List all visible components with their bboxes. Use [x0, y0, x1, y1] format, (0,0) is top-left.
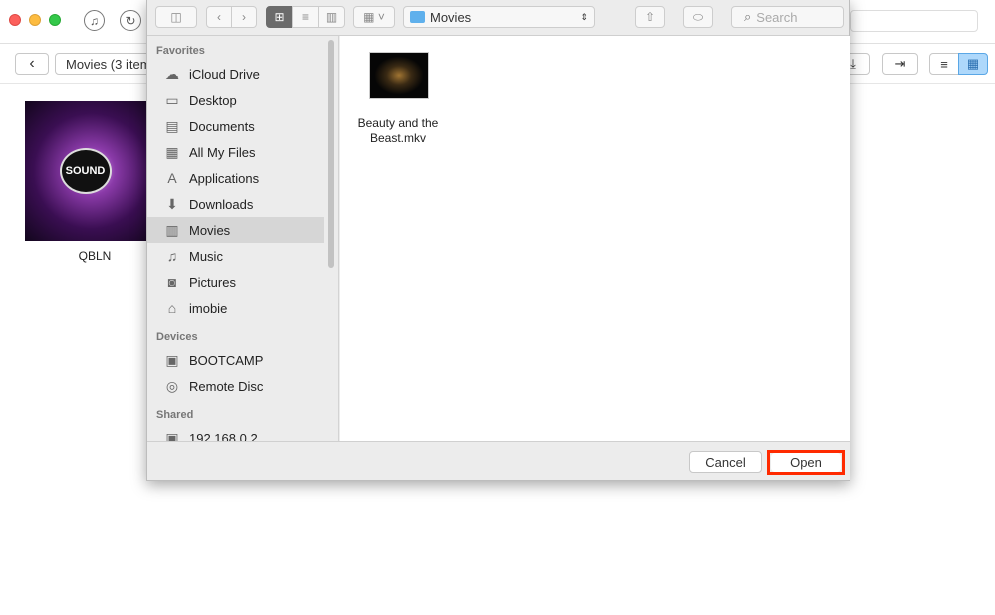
sidebar-item-label: All My Files	[189, 144, 256, 160]
album-art[interactable]: SOUND	[25, 101, 146, 241]
music-icon: ♫	[166, 248, 178, 264]
sidebar-section-title: Favorites	[156, 45, 205, 57]
sidebar-item-icloud-drive[interactable]: ☁ iCloud Drive	[147, 61, 338, 87]
movies-icon: ▥	[165, 221, 179, 238]
sidebar-item-applications[interactable]: A Applications	[147, 165, 338, 191]
sidebar-item-pictures[interactable]: ◙ Pictures	[147, 269, 338, 295]
maximize-window-button[interactable]	[49, 14, 61, 26]
search-icon: ⌕	[744, 9, 752, 24]
folder-icon	[410, 11, 425, 23]
list-view-icon[interactable]: ≡	[929, 53, 959, 75]
chevron-updown-icon: ⇕	[580, 11, 588, 22]
sidebar-item-192-168-0-2[interactable]: ▣ 192.168.0.2	[147, 425, 338, 442]
sidebar-item-label: BOOTCAMP	[189, 352, 264, 368]
sidebar-item-label: iCloud Drive	[189, 66, 260, 82]
applications-icon: A	[167, 170, 177, 186]
share-icon[interactable]: ⇧	[635, 6, 665, 28]
sidebar-item-label: 192.168.0.2	[189, 430, 258, 442]
sidebar-item-label: Remote Disc	[189, 378, 264, 394]
refresh-icon[interactable]: ↻	[120, 10, 141, 31]
documents-icon: ▤	[165, 117, 179, 134]
arrange-button[interactable]: ▦ ˅	[353, 6, 395, 28]
sidebar-toggle-icon[interactable]: ◫	[155, 6, 197, 28]
sidebar-item-documents[interactable]: ▤ Documents	[147, 113, 338, 139]
sidebar-item-label: imobie	[189, 300, 228, 316]
imobie-icon: ⌂	[167, 300, 177, 316]
album-logo: SOUND	[59, 148, 112, 194]
sidebar-item-all-my-files[interactable]: ▦ All My Files	[147, 139, 338, 165]
sidebar-item-label: Downloads	[189, 196, 254, 212]
sidebar-item-remote-disc[interactable]: ◎ Remote Disc	[147, 373, 338, 399]
sidebar-section-title: Shared	[156, 409, 194, 421]
back-button[interactable]: ‹	[15, 53, 49, 75]
icon-view-button[interactable]: ⊞	[266, 6, 293, 28]
sidebar-scrollbar[interactable]	[328, 40, 334, 268]
sidebar-section-title: Devices	[156, 331, 198, 343]
dialog-toolbar: ◫ ‹ › ⊞ ≡ ▥ ▦ ˅ Movies ⇕ ⇧ ⬭ ⌕ Search	[147, 0, 849, 36]
file-thumbnail	[369, 52, 429, 99]
forward-nav-button[interactable]: ›	[231, 6, 257, 28]
all-my-files-icon: ▦	[165, 143, 179, 160]
192-168-0-2-icon: ▣	[165, 429, 179, 442]
cancel-button[interactable]: Cancel	[689, 451, 762, 473]
open-file-dialog: ◫ ‹ › ⊞ ≡ ▥ ▦ ˅ Movies ⇕ ⇧ ⬭ ⌕ Search Fa…	[146, 0, 850, 481]
sidebar-item-movies[interactable]: ▥ Movies	[147, 217, 324, 243]
list-view-button[interactable]: ≡	[292, 6, 319, 28]
sidebar-item-label: Documents	[189, 118, 255, 134]
sidebar-item-bootcamp[interactable]: ▣ BOOTCAMP	[147, 347, 338, 373]
column-view-button[interactable]: ▥	[318, 6, 345, 28]
sidebar-item-downloads[interactable]: ⬇ Downloads	[147, 191, 338, 217]
export-icon[interactable]: ⇥	[882, 53, 918, 75]
sidebar-item-music[interactable]: ♫ Music	[147, 243, 338, 269]
back-nav-button[interactable]: ‹	[206, 6, 232, 28]
search-input[interactable]: ⌕ Search	[731, 6, 844, 28]
sidebar: Favorites ☁ iCloud Drive ▭ Desktop ▤ Documents…	[147, 36, 339, 441]
file-name: Beauty and the Beast.mkv	[357, 116, 439, 145]
close-window-button[interactable]	[9, 14, 21, 26]
remote-disc-icon: ◎	[165, 377, 179, 394]
icloud-drive-icon: ☁	[165, 65, 179, 82]
downloads-icon: ⬇	[166, 195, 178, 212]
bootcamp-icon: ▣	[165, 351, 179, 368]
sidebar-item-label: Applications	[189, 170, 260, 186]
sidebar-item-imobie[interactable]: ⌂ imobie	[147, 295, 338, 321]
album-label: QBLN	[78, 249, 112, 263]
search-field[interactable]	[850, 10, 978, 32]
pictures-icon: ◙	[167, 274, 177, 290]
sidebar-item-label: Desktop	[189, 92, 237, 108]
location-popup[interactable]: Movies ⇕	[403, 6, 595, 28]
sidebar-item-label: Movies	[189, 222, 231, 238]
sidebar-item-label: Music	[189, 248, 223, 264]
tag-icon[interactable]: ⬭	[683, 6, 713, 28]
desktop-icon: ▭	[165, 91, 179, 108]
file-item[interactable]: Beauty and the Beast.mkv	[340, 52, 456, 146]
open-button[interactable]: Open	[771, 453, 841, 472]
file-browser: Beauty and the Beast.mkv	[340, 36, 850, 441]
minimize-window-button[interactable]	[29, 14, 41, 26]
music-icon[interactable]: ♫	[84, 10, 105, 31]
grid-view-icon[interactable]: ▦	[958, 53, 988, 75]
sidebar-item-label: Pictures	[189, 274, 236, 290]
dialog-footer: Cancel Open	[147, 441, 850, 480]
sidebar-item-desktop[interactable]: ▭ Desktop	[147, 87, 338, 113]
